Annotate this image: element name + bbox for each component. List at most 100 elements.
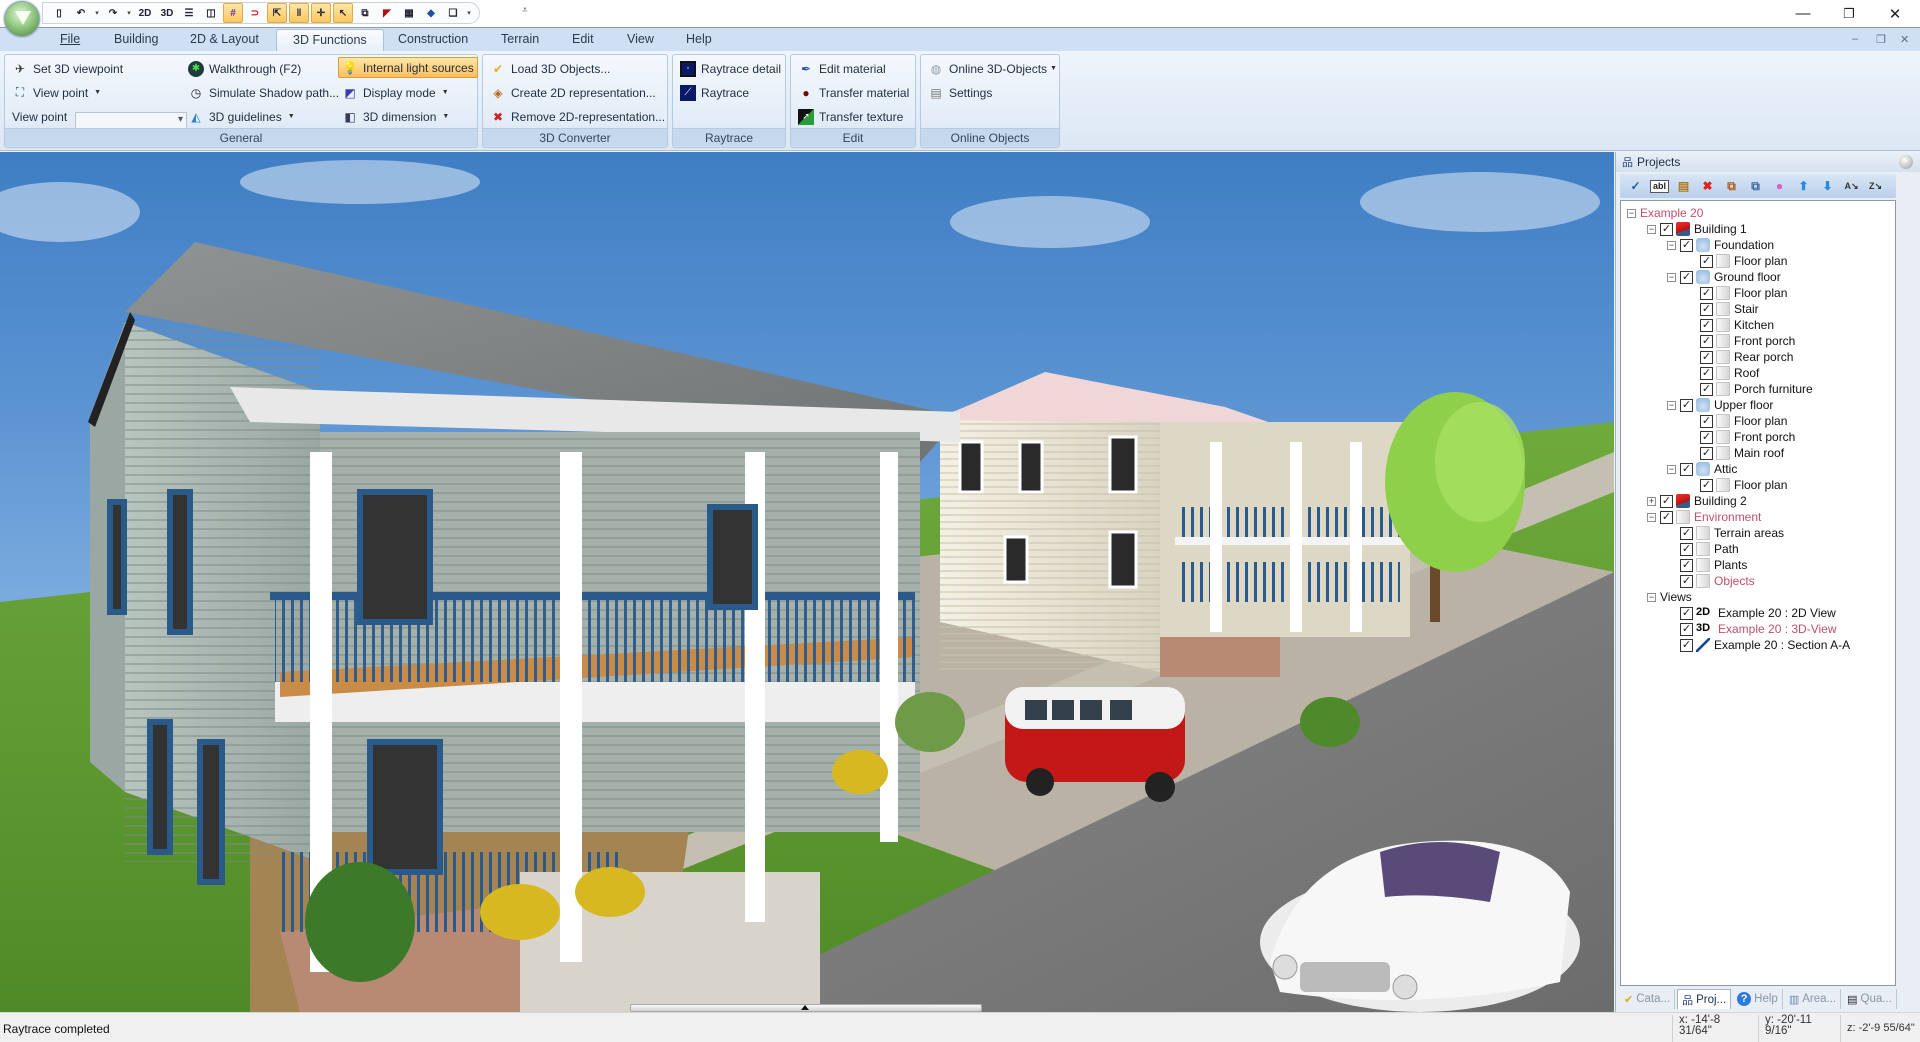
dropdown-arrow-icon[interactable]: ▾ [465,9,473,17]
close-button[interactable]: ✕ [1872,0,1918,27]
dropdown-arrow-icon[interactable]: ▾ [125,9,133,17]
edit-material-button[interactable]: ✒ Edit material [795,58,889,79]
tab-2d-layout[interactable]: 2D & Layout [188,32,261,52]
3d-viewport[interactable] [0,152,1614,1012]
vertical-split-icon[interactable]: ◫ [201,3,221,23]
walkthrough-button[interactable]: ✱ Walkthrough (F2) [185,58,304,79]
visibility-checkbox[interactable]: ✓ [1660,510,1673,524]
transfer-texture-button[interactable]: ➚ Transfer texture [795,106,906,127]
tree-node[interactable]: − Example 20 [1627,205,1703,221]
visibility-checkbox[interactable]: ✓ [1680,558,1693,572]
3d-dimension-dropdown[interactable]: ◧ 3D dimension ▼ [339,106,452,127]
collapse-icon[interactable]: − [1627,208,1636,218]
tree-node[interactable]: ✓ Main roof [1700,445,1784,461]
color-icon[interactable]: ● [1770,177,1789,195]
expand-icon[interactable]: + [1647,496,1656,506]
tree-node[interactable]: ✓ Floor plan [1700,413,1787,429]
tree-node[interactable]: ✓ Porch furniture [1700,381,1813,397]
tree-node[interactable]: ✓ Front porch [1700,333,1795,349]
collapse-icon[interactable]: − [1667,272,1676,282]
display-mode-dropdown[interactable]: ◩ Display mode ▼ [339,82,452,103]
minimize-button[interactable]: — [1780,0,1826,27]
tree-node[interactable]: ✓ Terrain areas [1680,525,1784,541]
tree-node[interactable]: − Views [1647,589,1692,605]
set-3d-viewpoint-button[interactable]: ✈ Set 3D viewpoint [9,58,126,79]
panel-tab-help[interactable]: ? Help [1733,989,1783,1009]
mdi-restore-button[interactable]: ❐ [1876,33,1886,46]
panel-tab-quantities[interactable]: ▤ Qua... [1843,989,1897,1009]
mdi-minimize-button[interactable]: – [1852,33,1858,45]
visibility-checkbox[interactable]: ✓ [1680,462,1693,476]
transfer-material-button[interactable]: ● Transfer material [795,82,912,103]
grid-icon[interactable]: # [223,3,243,23]
restore-button[interactable]: ❐ [1826,0,1872,27]
collapse-icon[interactable]: − [1647,592,1656,602]
horizontal-split-icon[interactable]: ☰ [179,3,199,23]
collapse-icon[interactable]: − [1667,400,1676,410]
visibility-checkbox[interactable]: ✓ [1700,334,1713,348]
tree-node[interactable]: ✓ Plants [1680,557,1747,573]
visibility-checkbox[interactable]: ✓ [1680,270,1693,284]
visibility-checkbox[interactable]: ✓ [1700,366,1713,380]
application-menu-button[interactable] [4,1,40,37]
visibility-checkbox[interactable]: ✓ [1700,382,1713,396]
tree-node[interactable]: − ✓ Environment [1647,509,1761,525]
panel-tab-catalog[interactable]: ✔ Cata... [1620,989,1676,1009]
tree-node[interactable]: ✓ Objects [1680,573,1755,589]
tree-node[interactable]: ✓ Path [1680,541,1739,557]
visibility-checkbox[interactable]: ✓ [1700,414,1713,428]
copy-tool-icon[interactable]: ❏ [443,3,463,23]
tree-node[interactable]: ✓ 2D Example 20 : 2D View [1680,605,1836,621]
visibility-checkbox[interactable]: ✓ [1700,430,1713,444]
visibility-checkbox[interactable]: ✓ [1700,446,1713,460]
tab-view[interactable]: View [625,32,656,52]
guidelines-icon[interactable]: ‖ [289,3,309,23]
tab-file[interactable]: File [58,32,82,52]
crosshair-icon[interactable]: ✛ [311,3,331,23]
pointer-icon[interactable]: ↖ [333,3,353,23]
tab-building[interactable]: Building [112,32,160,52]
magnet-snap-icon[interactable]: ⊃ [245,3,265,23]
simulate-shadow-path-button[interactable]: ◷ Simulate Shadow path... [185,82,342,103]
panel-tab-projects[interactable]: 品 Proj... [1677,989,1732,1009]
internal-light-sources-toggle[interactable]: 💡 Internal light sources [338,57,478,78]
copy-icon[interactable]: ⧉ [1722,177,1741,195]
undo-icon[interactable]: ↶ [71,3,91,23]
visibility-checkbox[interactable]: ✓ [1680,238,1693,252]
tree-node[interactable]: ✓ Rear porch [1700,349,1793,365]
tab-help[interactable]: Help [684,32,714,52]
delete-icon[interactable]: ✖ [1698,177,1717,195]
raytrace-detail-button[interactable]: ▪ Raytrace detail [677,58,784,79]
tree-node[interactable]: ✓ Front porch [1700,429,1795,445]
collapse-icon[interactable]: − [1667,240,1676,250]
visibility-checkbox[interactable]: ✓ [1680,606,1693,620]
tab-3d-functions[interactable]: 3D Functions [276,29,384,53]
create-2d-representation-button[interactable]: ◈ Create 2D representation... [487,82,659,103]
collapse-icon[interactable]: − [1667,464,1676,474]
tree-node[interactable]: ✓ 3D Example 20 : 3D-View [1680,621,1837,637]
visibility-checkbox[interactable]: ✓ [1660,222,1673,236]
view-2d-icon[interactable]: 2D [135,3,155,23]
settings-button[interactable]: ▤ Settings [925,82,995,103]
tree-node[interactable]: ✓ Floor plan [1700,253,1787,269]
redo-icon[interactable]: ↷ [103,3,123,23]
texture-tool-icon[interactable]: ▦ [399,3,419,23]
pin-icon[interactable] [1899,155,1913,169]
tree-node[interactable]: ✓ Example 20 : Section A-A [1680,637,1850,653]
visibility-checkbox[interactable]: ✓ [1700,286,1713,300]
tree-node[interactable]: − ✓ Ground floor [1667,269,1781,285]
tree-node[interactable]: ✓ Floor plan [1700,477,1787,493]
visibility-checkbox[interactable]: ✓ [1680,638,1693,652]
horizontal-scrollbar[interactable] [630,1004,982,1012]
tab-construction[interactable]: Construction [396,32,470,52]
remove-2d-representation-button[interactable]: ✖ Remove 2D-representation... [487,106,668,127]
tree-node[interactable]: ✓ Floor plan [1700,285,1787,301]
project-tree[interactable]: − Example 20− ✓ Building 1− ✓ Foundation ✓ Floo… [1620,200,1896,986]
sort-za-icon[interactable]: Z↘ [1866,177,1885,195]
dropdown-arrow-icon[interactable]: ▾ [93,9,101,17]
3d-guidelines-dropdown[interactable]: ◭ 3D guidelines ▼ [185,106,298,127]
visibility-checkbox[interactable]: ✓ [1700,350,1713,364]
visibility-checkbox[interactable]: ✓ [1700,478,1713,492]
collapse-icon[interactable]: − [1647,224,1656,234]
tab-terrain[interactable]: Terrain [499,32,541,52]
